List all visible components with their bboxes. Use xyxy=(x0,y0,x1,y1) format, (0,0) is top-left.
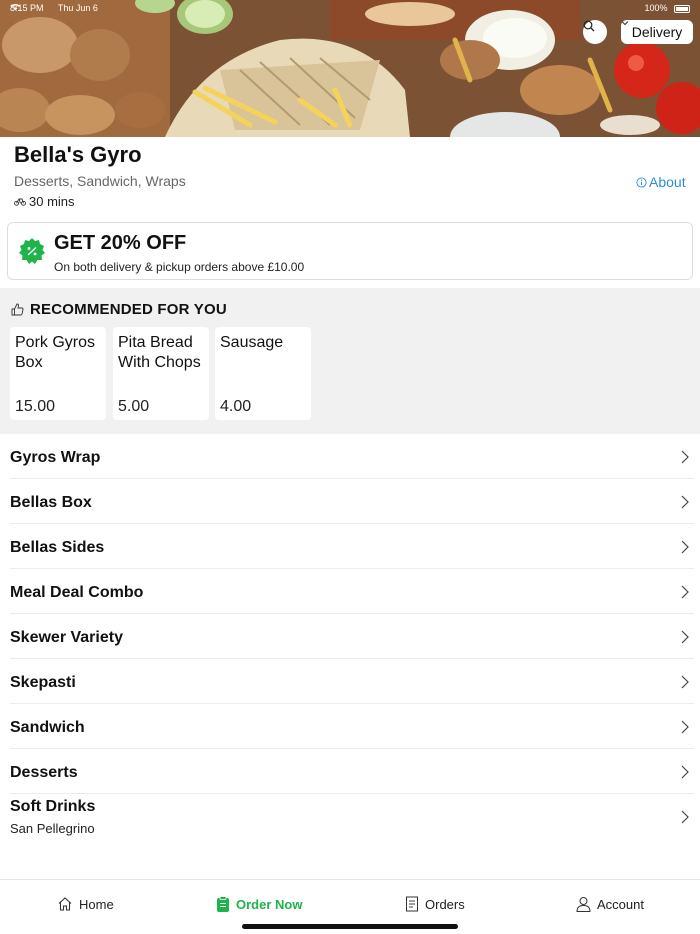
menu-category-label: Desserts xyxy=(10,764,78,781)
info-icon xyxy=(636,176,647,188)
menu-category-row[interactable]: Bellas Sides xyxy=(10,524,694,569)
recommended-item-name: Sausage xyxy=(220,334,284,351)
recommended-item-name: Pita Bread With Chops xyxy=(118,334,201,371)
search-icon xyxy=(583,20,595,32)
about-link[interactable]: About xyxy=(636,174,686,190)
discount-badge-icon xyxy=(19,238,45,264)
recommended-card[interactable]: Pork Gyros Box 15.00 xyxy=(10,327,106,420)
delivery-time: 30 mins xyxy=(14,194,75,209)
bike-icon xyxy=(14,198,26,206)
chevron-right-icon xyxy=(681,765,689,779)
menu-category-row[interactable]: Sandwich xyxy=(10,704,694,749)
chevron-right-icon xyxy=(681,585,689,599)
menu-category-row[interactable]: Gyros Wrap xyxy=(10,434,694,479)
about-label: About xyxy=(649,174,686,190)
menu-category-label: Sandwich xyxy=(10,719,85,736)
restaurant-cuisines: Desserts, Sandwich, Wraps xyxy=(14,173,186,189)
recommended-card[interactable]: Sausage 4.00 xyxy=(215,327,311,420)
menu-category-row[interactable]: Soft Drinks San Pellegrino xyxy=(10,794,694,844)
nav-orders-label: Orders xyxy=(425,896,465,912)
hero-banner-image: 8:15 PM Thu Jun 6 100% Delivery xyxy=(0,0,700,137)
menu-category-row[interactable]: Meal Deal Combo xyxy=(10,569,694,614)
order-icon xyxy=(217,896,229,912)
chevron-right-icon xyxy=(681,675,689,689)
recommended-item-price: 4.00 xyxy=(220,398,252,415)
chevron-right-icon xyxy=(681,630,689,644)
menu-category-label: Meal Deal Combo xyxy=(10,584,144,601)
menu-category-label: Gyros Wrap xyxy=(10,449,101,466)
thumbs-up-icon xyxy=(11,303,24,316)
menu-category-row[interactable]: Skewer Variety xyxy=(10,614,694,659)
nav-order-now[interactable]: Order Now xyxy=(216,896,302,913)
chevron-right-icon xyxy=(681,720,689,734)
recommended-item-name: Pork Gyros Box xyxy=(15,334,96,371)
promo-title: GET 20% OFF xyxy=(54,232,187,254)
home-indicator xyxy=(242,924,458,929)
menu-category-subtitle: San Pellegrino xyxy=(10,821,95,836)
recommended-item-price: 15.00 xyxy=(15,398,56,415)
recommended-card[interactable]: Pita Bread With Chops 5.00 xyxy=(113,327,209,420)
chevron-right-icon xyxy=(681,495,689,509)
status-bar: 8:15 PM Thu Jun 6 100% xyxy=(10,3,690,15)
nav-account[interactable]: Account xyxy=(576,896,644,912)
delivery-mode-label: Delivery xyxy=(631,24,683,40)
promo-subtitle: On both delivery & pickup orders above £… xyxy=(54,260,305,274)
chevron-right-icon xyxy=(681,540,689,554)
nav-home[interactable]: Home xyxy=(57,896,114,912)
menu-category-label: Skepasti xyxy=(10,674,76,691)
nav-orders[interactable]: Orders xyxy=(405,896,465,912)
battery-percent: 100% xyxy=(644,3,668,13)
chevron-down-icon xyxy=(621,21,629,26)
receipt-icon xyxy=(406,896,418,912)
delivery-mode-dropdown[interactable]: Delivery xyxy=(621,20,693,44)
chevron-right-icon xyxy=(681,450,689,464)
menu-category-row[interactable]: Bellas Box xyxy=(10,479,694,524)
search-button[interactable] xyxy=(583,20,607,44)
nav-order-now-label: Order Now xyxy=(236,897,303,912)
recommended-item-price: 5.00 xyxy=(118,398,150,415)
nav-account-label: Account xyxy=(597,896,644,912)
status-date: Thu Jun 6 xyxy=(57,3,98,13)
menu-category-row[interactable]: Skepasti xyxy=(10,659,694,704)
menu-category-label: Skewer Variety xyxy=(10,629,123,646)
menu-category-label: Soft Drinks xyxy=(10,798,96,815)
person-icon xyxy=(576,897,591,912)
delivery-time-value: 30 mins xyxy=(29,194,75,209)
home-icon xyxy=(58,897,72,911)
recommended-heading: RECOMMENDED FOR YOU xyxy=(11,301,227,318)
battery-icon xyxy=(674,4,690,13)
chevron-right-icon xyxy=(681,810,689,824)
promo-banner[interactable]: GET 20% OFF On both delivery & pickup or… xyxy=(7,222,693,280)
recommended-heading-label: RECOMMENDED FOR YOU xyxy=(30,301,227,318)
menu-category-label: Bellas Sides xyxy=(10,539,105,556)
menu-category-row[interactable]: Desserts xyxy=(10,749,694,794)
restaurant-name: Bella's Gyro xyxy=(14,142,142,167)
menu-category-label: Bellas Box xyxy=(10,494,92,511)
recommended-section: RECOMMENDED FOR YOU Pork Gyros Box 15.00… xyxy=(0,288,700,434)
nav-home-label: Home xyxy=(79,896,114,912)
